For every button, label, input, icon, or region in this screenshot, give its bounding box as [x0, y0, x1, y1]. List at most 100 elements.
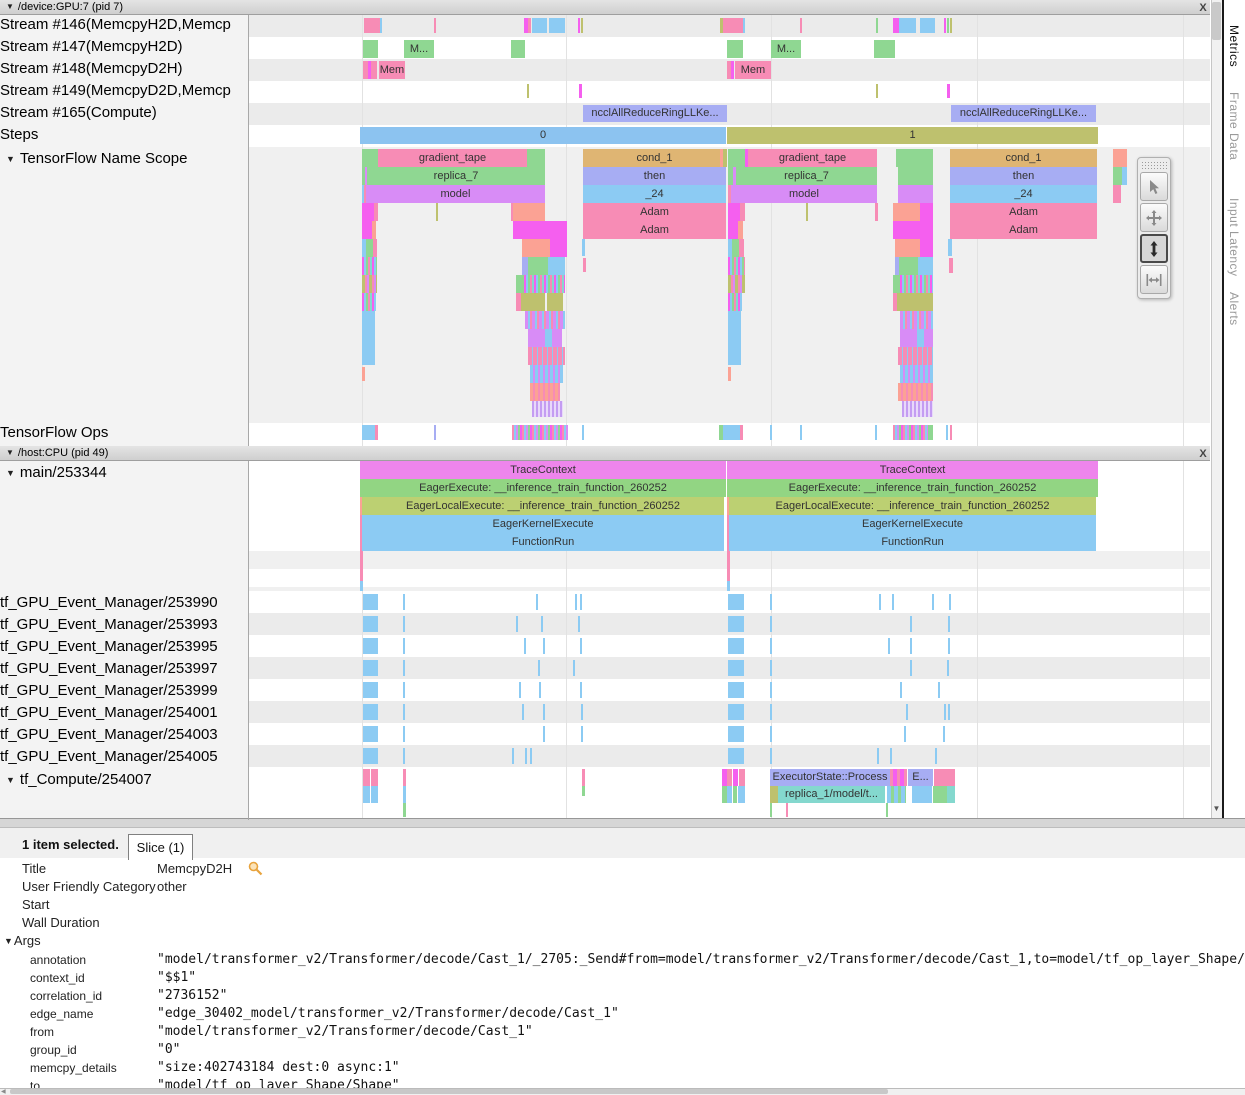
trace-slice[interactable]: [581, 726, 583, 742]
palette-drag-handle[interactable]: [1141, 161, 1167, 170]
trace-slice[interactable]: [728, 616, 744, 632]
trace-slice[interactable]: [573, 660, 575, 676]
trace-slice[interactable]: [580, 682, 582, 698]
trace-slice[interactable]: [363, 594, 378, 610]
trace-slice[interactable]: [513, 221, 567, 239]
trace-slice[interactable]: [728, 638, 744, 654]
trace-slice[interactable]: [580, 638, 582, 654]
trace-slice[interactable]: [575, 594, 577, 610]
trace-slice[interactable]: [579, 84, 582, 98]
trace-slice[interactable]: [363, 616, 378, 632]
trace-slice[interactable]: [935, 748, 937, 764]
trace-slice[interactable]: [403, 682, 405, 698]
trace-slice-tracecontext[interactable]: TraceContext: [727, 461, 1098, 479]
trace-slice[interactable]: [1113, 167, 1122, 185]
trace-slice[interactable]: [770, 594, 772, 610]
trace-slice[interactable]: [403, 704, 405, 720]
trace-slice-model[interactable]: model: [366, 185, 545, 203]
trace-slice[interactable]: [800, 18, 802, 33]
trace-slice[interactable]: [893, 203, 920, 221]
trace-slice[interactable]: [521, 293, 545, 311]
trace-slice[interactable]: [906, 704, 908, 720]
trace-slice[interactable]: [403, 786, 406, 803]
trace-slice[interactable]: [890, 748, 892, 764]
trace-slice-adam[interactable]: Adam: [583, 221, 726, 239]
trace-slice[interactable]: [522, 239, 550, 257]
trace-slice[interactable]: [910, 638, 912, 654]
trace-slice[interactable]: [875, 203, 878, 221]
track-label-tf-gpu-event-manager-254005[interactable]: tf_GPU_Event_Manager/254005: [0, 748, 246, 765]
trace-slice[interactable]: [770, 682, 772, 698]
trace-slice[interactable]: [403, 769, 406, 786]
gpu-section-header[interactable]: ▼ /device:GPU:7 (pid 7): [0, 0, 1210, 15]
trace-slice[interactable]: [528, 257, 548, 275]
trace-slice[interactable]: [403, 616, 405, 632]
trace-slice[interactable]: [547, 293, 563, 311]
trace-slice[interactable]: [403, 594, 405, 610]
trace-slice[interactable]: [728, 748, 744, 764]
trace-slice[interactable]: [527, 84, 529, 98]
sidebar-tab-input-latency[interactable]: Input Latency: [1227, 198, 1241, 277]
trace-slice[interactable]: [728, 311, 741, 365]
sidebar-tab-alerts[interactable]: Alerts: [1227, 292, 1241, 326]
trace-slice[interactable]: [786, 803, 788, 817]
trace-slice[interactable]: [892, 594, 894, 610]
trace-slice[interactable]: [522, 704, 524, 720]
panel-splitter[interactable]: [0, 818, 1245, 828]
trace-slice-adam[interactable]: Adam: [950, 203, 1097, 221]
trace-slice[interactable]: [740, 425, 743, 440]
trace-slice[interactable]: [924, 329, 933, 347]
trace-slice[interactable]: [403, 803, 406, 817]
trace-slice[interactable]: [528, 329, 545, 347]
trace-slice[interactable]: [917, 329, 924, 347]
trace-slice[interactable]: [944, 18, 946, 33]
trace-slice[interactable]: [770, 660, 772, 676]
trace-slice[interactable]: [743, 18, 745, 33]
trace-slice[interactable]: [519, 682, 521, 698]
trace-slice-0[interactable]: 0: [360, 127, 726, 144]
trace-slice[interactable]: [581, 704, 583, 720]
trace-slice[interactable]: [516, 275, 524, 293]
trace-slice[interactable]: [363, 40, 378, 58]
trace-slice[interactable]: [582, 425, 584, 440]
trace-slice[interactable]: [898, 347, 933, 365]
collapse-triangle-icon[interactable]: ▼: [6, 448, 14, 457]
trace-slice[interactable]: [366, 239, 373, 257]
trace-slice[interactable]: [538, 660, 540, 676]
trace-slice[interactable]: [948, 616, 950, 632]
trace-slice--24[interactable]: _24: [583, 185, 726, 203]
trace-slice[interactable]: [532, 401, 563, 417]
trace-slice[interactable]: [543, 704, 545, 720]
trace-slice[interactable]: [363, 769, 370, 786]
trace-slice[interactable]: [527, 149, 545, 167]
trace-slice-gradient-tape[interactable]: gradient_tape: [378, 149, 527, 167]
trace-slice[interactable]: [578, 18, 580, 33]
trace-slice-replica-1-model-t-[interactable]: replica_1/model/t...: [778, 786, 885, 803]
trace-slice[interactable]: [363, 726, 378, 742]
trace-slice[interactable]: [900, 329, 917, 347]
trace-slice[interactable]: [364, 18, 380, 33]
trace-slice[interactable]: [733, 769, 738, 786]
trace-slice-adam[interactable]: Adam: [950, 221, 1097, 239]
trace-slice[interactable]: [947, 660, 949, 676]
trace-slice[interactable]: [543, 726, 545, 742]
trace-slice-functionrun[interactable]: FunctionRun: [362, 533, 724, 551]
trace-slice[interactable]: [899, 257, 918, 275]
trace-slice[interactable]: [728, 293, 742, 311]
trace-slice[interactable]: [738, 786, 745, 803]
collapse-triangle-icon[interactable]: ▼: [6, 775, 15, 785]
trace-slice[interactable]: [434, 18, 436, 33]
trace-slice[interactable]: [723, 149, 727, 167]
trace-slice[interactable]: [582, 769, 585, 786]
collapse-triangle-icon[interactable]: ▼: [6, 2, 14, 11]
trace-slice[interactable]: [512, 425, 568, 440]
track-label-tensorflow-ops[interactable]: TensorFlow Ops: [0, 424, 246, 441]
trace-slice[interactable]: [733, 786, 737, 803]
trace-slice[interactable]: [543, 638, 545, 654]
trace-slice[interactable]: [525, 748, 527, 764]
track-label-steps[interactable]: Steps: [0, 126, 246, 143]
host-section-close-button[interactable]: X: [1197, 448, 1209, 460]
track-label-main-253344[interactable]: ▼main/253344: [0, 464, 246, 481]
trace-slice-eagerexecute-inference-train-function-260252[interactable]: EagerExecute: __inference_train_function…: [727, 479, 1098, 497]
trace-slice[interactable]: [375, 425, 378, 440]
